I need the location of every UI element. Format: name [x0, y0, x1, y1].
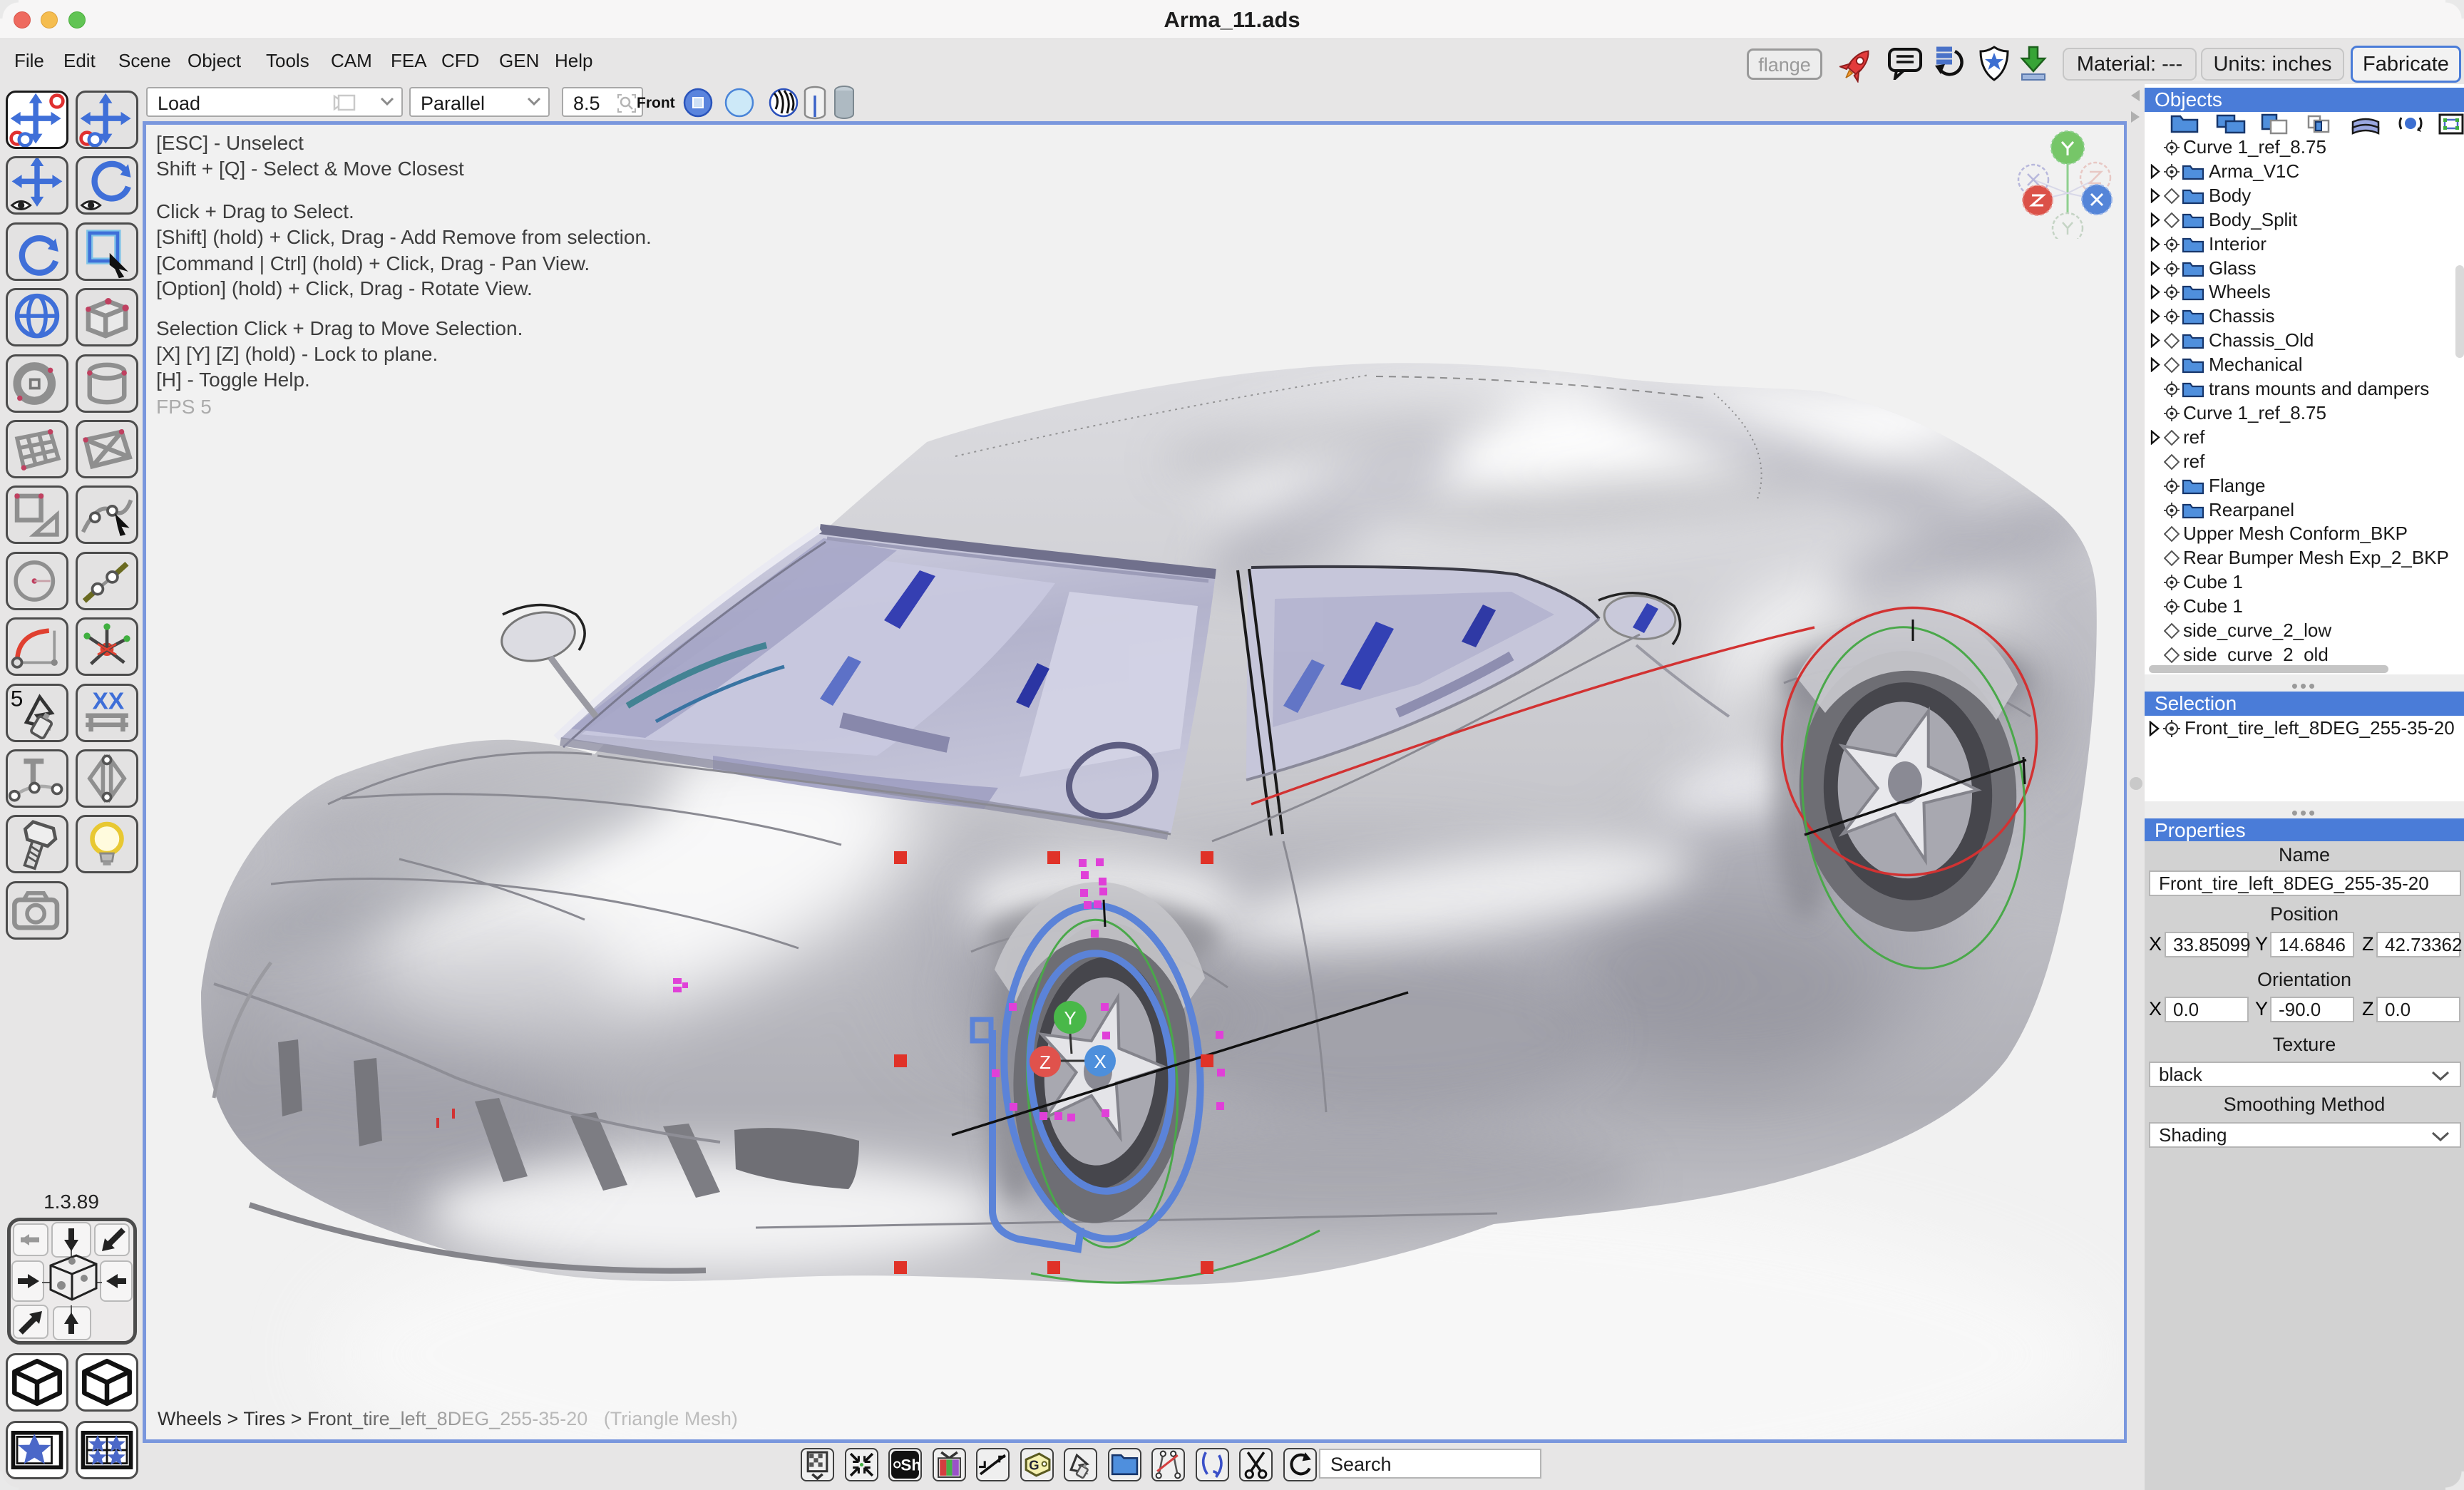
svg-text:G: G — [1029, 1458, 1039, 1473]
svg-text:Y: Y — [1064, 1007, 1076, 1029]
svg-text:Z: Z — [1040, 1052, 1051, 1073]
svg-text:X: X — [1094, 1051, 1106, 1072]
svg-text:5: 5 — [11, 686, 24, 711]
svg-text:XX: XX — [93, 688, 125, 714]
svg-text:Sh: Sh — [900, 1456, 920, 1474]
